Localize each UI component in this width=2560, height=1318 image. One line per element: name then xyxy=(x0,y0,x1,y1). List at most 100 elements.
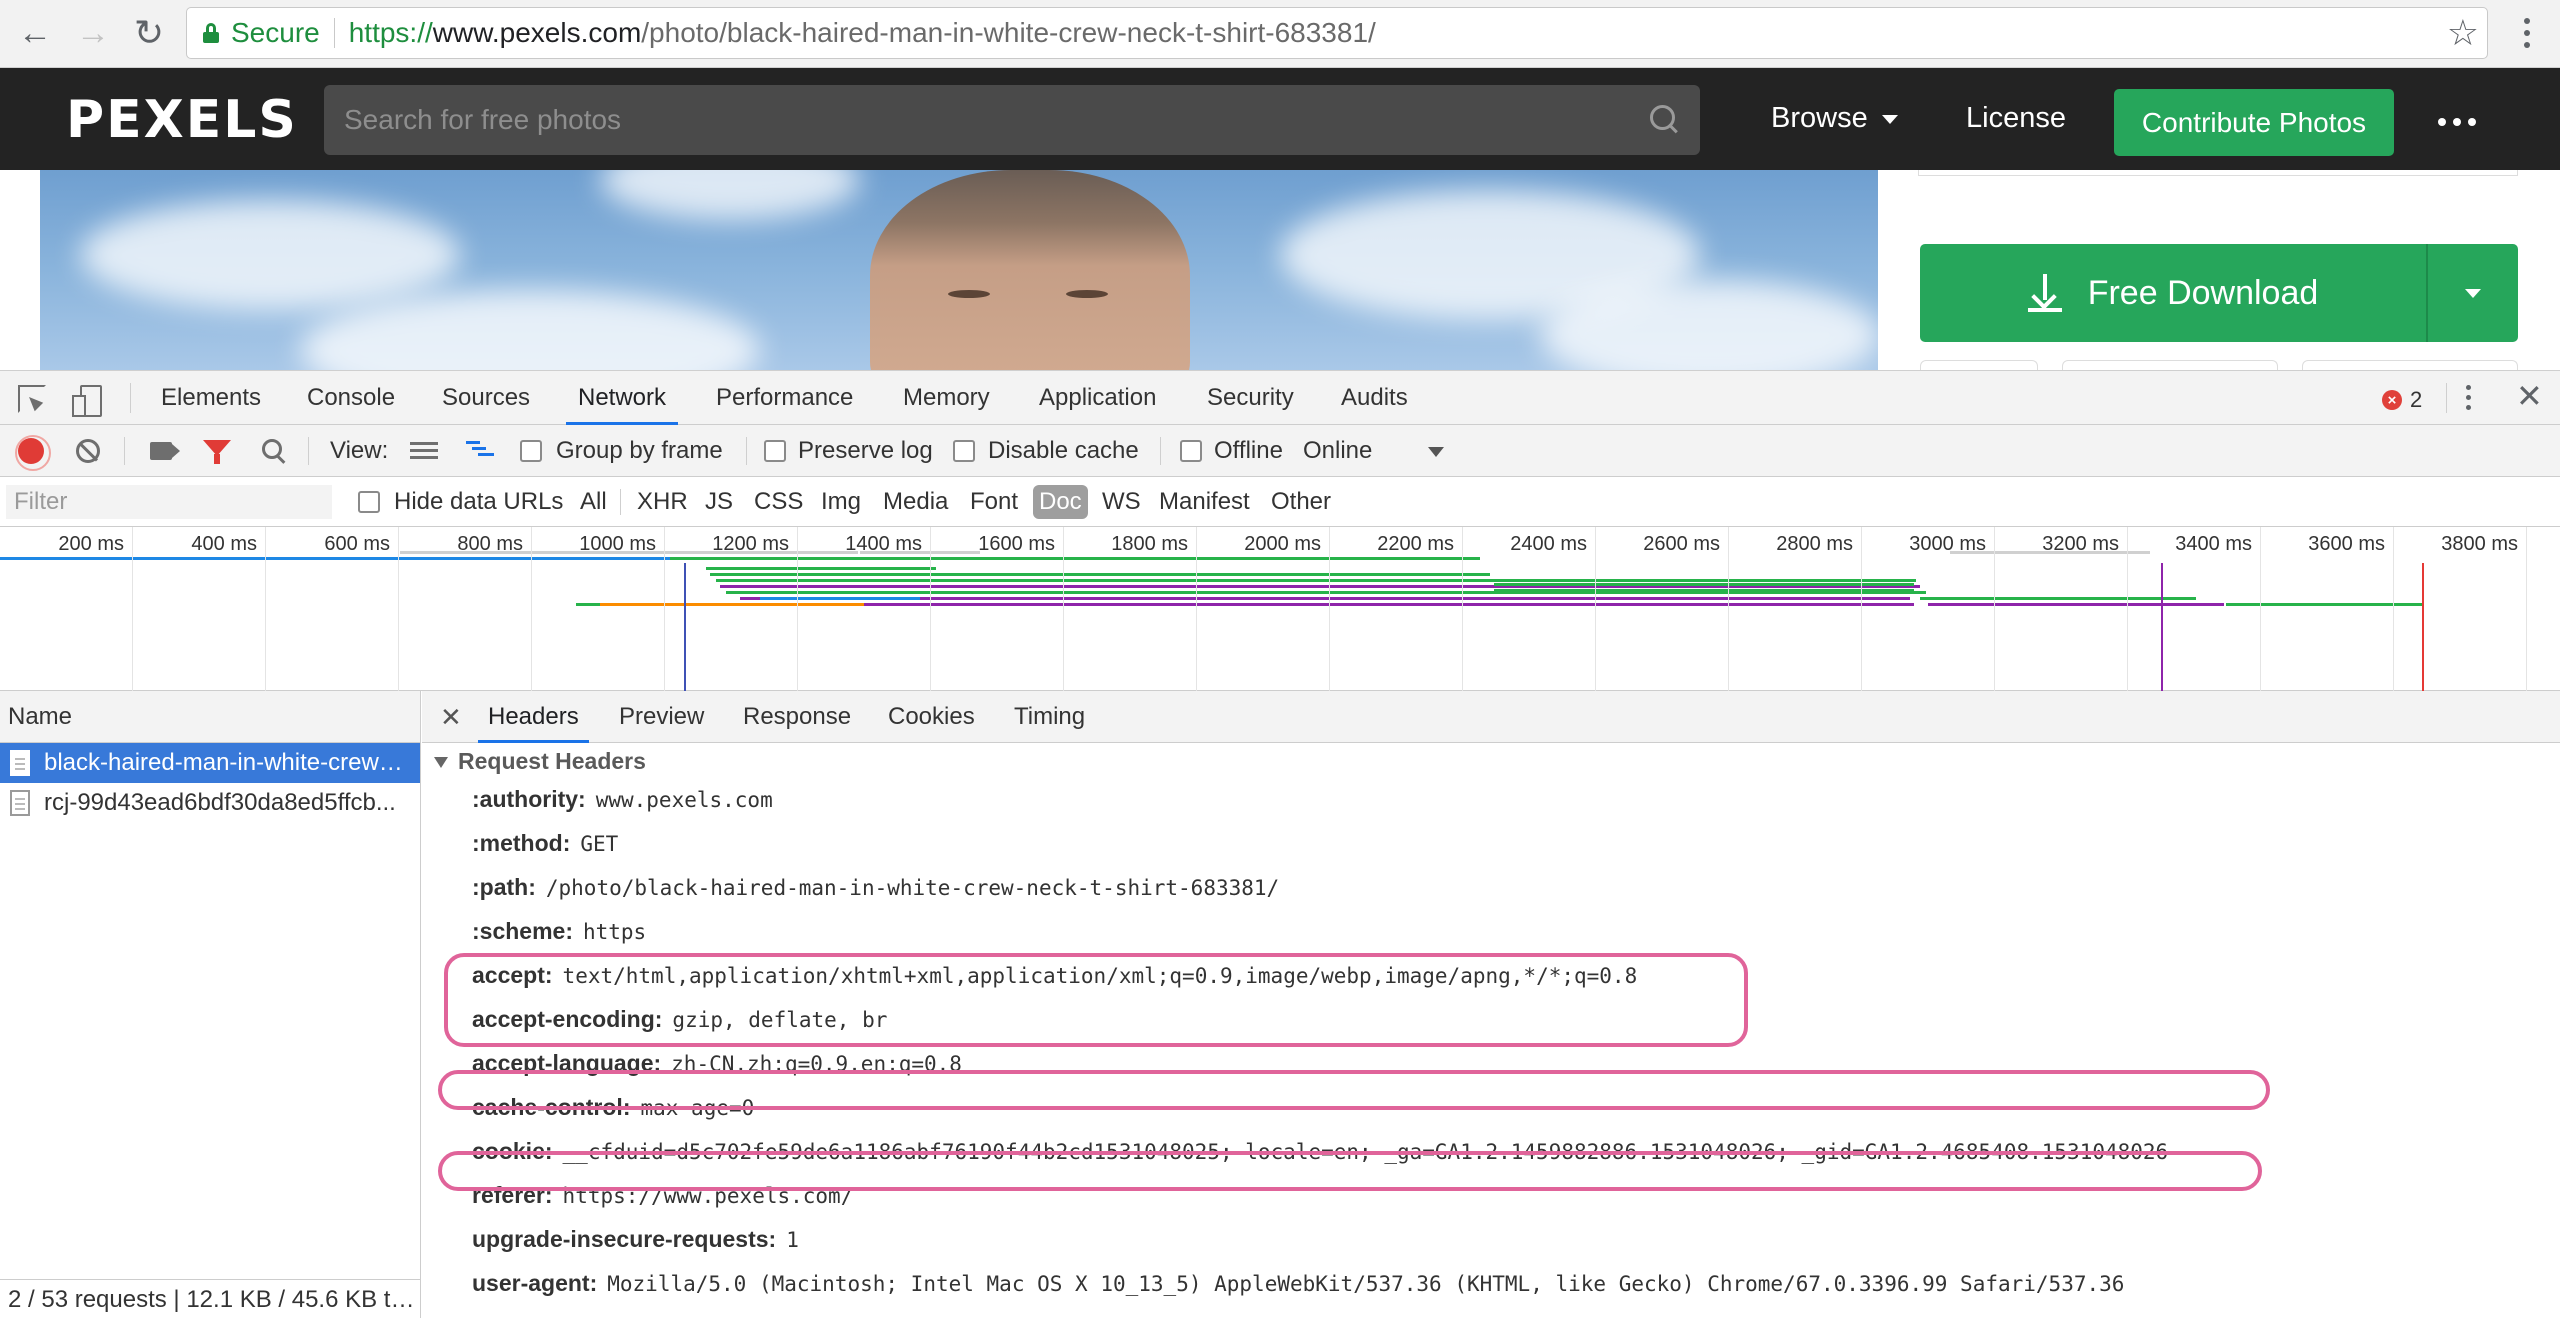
group-by-frame-checkbox[interactable] xyxy=(520,440,542,462)
filter-type-js[interactable]: JS xyxy=(705,477,733,527)
tab-console[interactable]: Console xyxy=(307,371,395,425)
header-row: :method: GET xyxy=(472,821,618,865)
site-header: PEXELS Browse License Contribute Photos xyxy=(0,68,2560,170)
timeline-gridline xyxy=(1196,527,1197,691)
tab-response[interactable]: Response xyxy=(743,691,851,743)
waterfall-bar xyxy=(706,567,936,570)
pexels-logo[interactable]: PEXELS xyxy=(66,90,298,150)
timeline-gridline xyxy=(2127,527,2128,691)
filter-type-doc[interactable]: Doc xyxy=(1033,485,1088,519)
tab-application[interactable]: Application xyxy=(1039,371,1156,425)
tab-headers[interactable]: Headers xyxy=(478,691,589,743)
tab-preview[interactable]: Preview xyxy=(619,691,704,743)
filter-type-other[interactable]: Other xyxy=(1271,477,1331,527)
timeline-gridline xyxy=(1994,527,1995,691)
filter-type-img[interactable]: Img xyxy=(821,477,861,527)
inspect-element-icon[interactable] xyxy=(18,385,46,413)
offline-checkbox[interactable] xyxy=(1180,440,1202,462)
waterfall-bar xyxy=(400,551,858,554)
request-details: ✕ Headers Preview Response Cookies Timin… xyxy=(422,691,2560,1318)
header-value[interactable]: www.pexels.com xyxy=(596,788,773,812)
header-value[interactable]: 1 xyxy=(786,1228,799,1252)
tab-timing[interactable]: Timing xyxy=(1014,691,1085,743)
filter-icon[interactable] xyxy=(203,440,231,464)
filter-type-media[interactable]: Media xyxy=(883,477,948,527)
header-value[interactable]: /photo/black-haired-man-in-white-crew-ne… xyxy=(546,876,1279,900)
close-details-icon[interactable]: ✕ xyxy=(440,691,462,743)
divider xyxy=(130,383,131,413)
clear-icon[interactable] xyxy=(76,439,100,463)
timeline-ruler: 200 ms 400 ms 600 ms 800 ms 1000 ms 1200 ms 14… xyxy=(0,527,2560,561)
timeline-gridline xyxy=(1728,527,1729,691)
search-icon[interactable] xyxy=(1650,105,1680,135)
record-icon[interactable] xyxy=(15,435,51,471)
timeline-tick-label: 2400 ms xyxy=(1510,533,1587,555)
header-value[interactable]: Mozilla/5.0 (Macintosh; Intel Mac OS X 1… xyxy=(607,1272,2124,1296)
capture-screenshots-icon[interactable] xyxy=(150,442,172,460)
name-column-header[interactable]: Name xyxy=(0,691,420,743)
timeline-tick-label: 2800 ms xyxy=(1776,533,1853,555)
device-toolbar-icon[interactable] xyxy=(72,385,102,417)
tab-audits[interactable]: Audits xyxy=(1341,371,1408,425)
divider xyxy=(124,437,125,465)
browse-menu[interactable]: Browse xyxy=(1771,102,1898,135)
license-link[interactable]: License xyxy=(1966,102,2066,135)
tab-elements[interactable]: Elements xyxy=(161,371,261,425)
url-scheme: https:// xyxy=(348,17,433,48)
tab-sources[interactable]: Sources xyxy=(442,371,530,425)
request-headers-section[interactable]: Request Headers xyxy=(434,743,646,779)
header-value[interactable]: https xyxy=(583,920,646,944)
header-row: :scheme: https xyxy=(472,909,646,953)
request-row[interactable]: black-haired-man-in-white-crew-neck-t-sh… xyxy=(0,743,420,783)
download-options-button[interactable] xyxy=(2428,244,2518,342)
chevron-down-icon[interactable] xyxy=(1428,447,1444,457)
free-download-button[interactable]: Free Download xyxy=(1920,244,2518,342)
free-download-main[interactable]: Free Download xyxy=(1920,244,2426,342)
address-bar[interactable]: Secure https://www.pexels.com/photo/blac… xyxy=(186,7,2488,59)
hide-data-urls-checkbox[interactable] xyxy=(358,491,380,513)
network-overview-timeline[interactable]: 200 ms 400 ms 600 ms 800 ms 1000 ms 1200 ms 14… xyxy=(0,527,2560,691)
chrome-menu-icon[interactable] xyxy=(2512,12,2542,54)
contribute-photos-button[interactable]: Contribute Photos xyxy=(2114,89,2394,156)
site-search-input[interactable] xyxy=(324,85,1624,155)
timeline-tick-label: 3800 ms xyxy=(2441,533,2518,555)
section-title: Request Headers xyxy=(458,748,646,774)
filter-type-xhr[interactable]: XHR xyxy=(637,477,688,527)
preserve-log-checkbox[interactable] xyxy=(764,440,786,462)
waterfall-bar xyxy=(710,573,1490,576)
filter-type-css[interactable]: CSS xyxy=(754,477,803,527)
filter-type-manifest[interactable]: Manifest xyxy=(1159,477,1250,527)
document-icon xyxy=(10,790,30,816)
request-row[interactable]: rcj-99d43ead6bdf30da8ed5ffcb... xyxy=(0,783,420,823)
large-rows-icon[interactable] xyxy=(410,442,438,460)
tab-cookies[interactable]: Cookies xyxy=(888,691,975,743)
filter-type-all[interactable]: All xyxy=(580,477,607,527)
timeline-event-marker xyxy=(2161,563,2163,691)
timeline-tick-label: 200 ms xyxy=(58,533,124,555)
reload-icon[interactable]: ↻ xyxy=(128,12,170,54)
devtools-panel: Elements Console Sources Network Perform… xyxy=(0,370,2560,1318)
filter-type-ws[interactable]: WS xyxy=(1102,477,1141,527)
overview-icon[interactable] xyxy=(466,441,496,461)
tab-memory[interactable]: Memory xyxy=(903,371,990,425)
site-search[interactable] xyxy=(324,85,1700,155)
timeline-tick-label: 2200 ms xyxy=(1377,533,1454,555)
disable-cache-checkbox[interactable] xyxy=(953,440,975,462)
disable-cache-label: Disable cache xyxy=(988,437,1139,464)
filter-type-font[interactable]: Font xyxy=(970,477,1018,527)
tab-performance[interactable]: Performance xyxy=(716,371,853,425)
timeline-gridline xyxy=(2393,527,2394,691)
search-icon[interactable] xyxy=(262,439,286,463)
timeline-gridline xyxy=(797,527,798,691)
error-counter[interactable]: × 2 xyxy=(2382,387,2422,413)
devtools-menu-icon[interactable] xyxy=(2466,385,2471,410)
filter-input[interactable] xyxy=(6,485,332,519)
star-icon[interactable]: ☆ xyxy=(2447,12,2479,54)
throttling-select[interactable]: Online xyxy=(1303,425,1372,477)
header-value[interactable]: GET xyxy=(580,832,618,856)
tab-security[interactable]: Security xyxy=(1207,371,1294,425)
more-icon[interactable] xyxy=(2438,118,2476,126)
back-icon[interactable]: ← xyxy=(14,12,56,54)
tab-network[interactable]: Network xyxy=(565,371,679,425)
close-devtools-icon[interactable]: ✕ xyxy=(2516,377,2543,415)
